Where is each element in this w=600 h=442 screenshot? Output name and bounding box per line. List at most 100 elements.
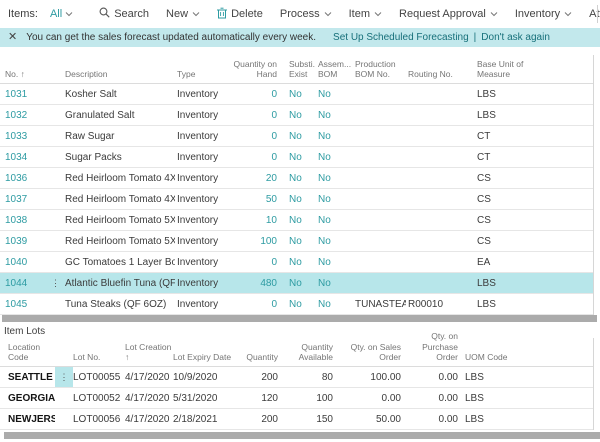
cell-type[interactable]: Inventory bbox=[175, 89, 225, 100]
horizontal-scrollbar[interactable] bbox=[2, 315, 597, 322]
cell-base-uom[interactable]: LBS bbox=[474, 299, 593, 310]
cell-type[interactable]: Inventory bbox=[175, 299, 225, 310]
table-row[interactable]: 1033Raw SugarInventory0NoNoCT bbox=[0, 126, 593, 147]
item-menu[interactable]: Item bbox=[349, 8, 382, 20]
cell-assembly-bom[interactable]: No bbox=[315, 299, 353, 310]
cell-description[interactable]: Red Heirloom Tomato 4X4 bbox=[63, 173, 175, 184]
cell-type[interactable]: Inventory bbox=[175, 236, 225, 247]
cell-type[interactable]: Inventory bbox=[175, 278, 225, 289]
table-row[interactable]: 1040GC Tomatoes 1 Layer BoxInventory0NoN… bbox=[0, 252, 593, 273]
cell-lot-no[interactable]: LOT00052 bbox=[73, 393, 125, 404]
cell-lot-creation[interactable]: 4/17/2020 bbox=[125, 372, 173, 383]
cell-lot-expiry[interactable]: 10/9/2020 bbox=[173, 372, 233, 383]
cell-substitutes-exist[interactable]: No bbox=[277, 152, 315, 163]
cell-lot-expiry[interactable]: 5/31/2020 bbox=[173, 393, 233, 404]
cell-production-bom-no[interactable]: TUNASTEAKS bbox=[353, 299, 406, 310]
cell-type[interactable]: Inventory bbox=[175, 110, 225, 121]
cell-type[interactable]: Inventory bbox=[175, 173, 225, 184]
cell-description[interactable]: Red Heirloom Tomato 5X5 bbox=[63, 215, 175, 226]
cell-qty-on-hand[interactable]: 100 bbox=[225, 236, 277, 247]
cell-type[interactable]: Inventory bbox=[175, 152, 225, 163]
col-header-qty-on-hand[interactable]: Quantity on Hand bbox=[225, 59, 277, 80]
cell-qty-on-hand[interactable]: 480 bbox=[225, 278, 277, 289]
cell-substitutes-exist[interactable]: No bbox=[277, 278, 315, 289]
cell-type[interactable]: Inventory bbox=[175, 257, 225, 268]
col-header-uom-code[interactable]: UOM Code bbox=[458, 352, 593, 363]
process-menu[interactable]: Process bbox=[280, 8, 332, 20]
item-no-link[interactable]: 1040 bbox=[5, 257, 27, 268]
inventory-menu[interactable]: Inventory bbox=[515, 8, 572, 20]
cell-qty-available[interactable]: 100 bbox=[278, 393, 333, 404]
cell-description[interactable]: Atlantic Bluefin Tuna (QF) bbox=[63, 278, 175, 289]
table-row[interactable]: 1038 Red Heirloom Tomato 5X5Inventory10 No… bbox=[0, 210, 593, 231]
dont-ask-again-link[interactable]: Don't ask again bbox=[481, 32, 550, 43]
cell-qty-on-hand[interactable]: 0 bbox=[225, 110, 277, 121]
cell-location-code[interactable]: SEATTLE bbox=[0, 372, 55, 383]
cell-assembly-bom[interactable]: No bbox=[315, 215, 353, 226]
cell-qty-on-hand[interactable]: 10 bbox=[225, 215, 277, 226]
cell-qty-on-hand[interactable]: 0 bbox=[225, 131, 277, 142]
cell-uom-code[interactable]: LBS bbox=[458, 414, 593, 425]
table-row[interactable]: 1045Tuna Steaks (QF 6OZ)Inventory0NoNoTU… bbox=[0, 294, 593, 315]
cell-description[interactable]: Red Heirloom Tomato 5X6 bbox=[63, 236, 175, 247]
row-menu-cell[interactable]: ⋮ bbox=[55, 367, 73, 387]
item-no-link[interactable]: 1031 bbox=[5, 89, 27, 100]
cell-base-uom[interactable]: CS bbox=[474, 236, 593, 247]
cell-uom-code[interactable]: LBS bbox=[458, 372, 593, 383]
cell-lot-no[interactable]: LOT00055 bbox=[73, 372, 125, 383]
col-header-production-bom[interactable]: Production BOM No. bbox=[353, 59, 406, 80]
cell-base-uom[interactable]: EA bbox=[474, 257, 593, 268]
cell-description[interactable]: GC Tomatoes 1 Layer Box bbox=[63, 257, 175, 268]
item-no-link[interactable]: 1036 bbox=[5, 173, 27, 184]
cell-description[interactable]: Kosher Salt bbox=[63, 89, 175, 100]
cell-substitutes-exist[interactable]: No bbox=[277, 299, 315, 310]
cell-qty-available[interactable]: 150 bbox=[278, 414, 333, 425]
cell-uom-code[interactable]: LBS bbox=[458, 393, 593, 404]
cell-location-code[interactable]: GEORGIA bbox=[0, 393, 55, 404]
cell-lot-creation[interactable]: 4/17/2020 bbox=[125, 414, 173, 425]
table-row[interactable]: 1031Kosher SaltInventory0NoNoLBS bbox=[0, 84, 593, 105]
cell-qty-available[interactable]: 80 bbox=[278, 372, 333, 383]
col-header-lot-no[interactable]: Lot No. bbox=[73, 352, 125, 363]
table-row[interactable]: 1034Sugar PacksInventory0NoNoCT bbox=[0, 147, 593, 168]
cell-description[interactable]: Tuna Steaks (QF 6OZ) bbox=[63, 299, 175, 310]
cell-description[interactable]: Red Heirloom Tomato 4X5 bbox=[63, 194, 175, 205]
delete-button[interactable]: Delete bbox=[217, 7, 263, 22]
col-header-assembly-bom[interactable]: Assem... BOM bbox=[315, 59, 353, 80]
item-no-link[interactable]: 1038 bbox=[5, 215, 27, 226]
cell-assembly-bom[interactable]: No bbox=[315, 110, 353, 121]
col-header-qty-sales-order[interactable]: Qty. on Sales Order bbox=[333, 342, 401, 363]
cell-type[interactable]: Inventory bbox=[175, 194, 225, 205]
cell-qty-on-hand[interactable]: 0 bbox=[225, 299, 277, 310]
item-no-link[interactable]: 1045 bbox=[5, 299, 27, 310]
lot-row[interactable]: NEWJERSEYLOT000564/17/20202/18/202120015… bbox=[0, 409, 593, 430]
table-row[interactable]: 1036Red Heirloom Tomato 4X4Inventory20No… bbox=[0, 168, 593, 189]
col-header-substitutes[interactable]: Substi... Exist bbox=[277, 59, 315, 80]
cell-substitutes-exist[interactable]: No bbox=[277, 257, 315, 268]
item-no-link[interactable]: 1032 bbox=[5, 110, 27, 121]
cell-assembly-bom[interactable]: No bbox=[315, 89, 353, 100]
cell-lot-creation[interactable]: 4/17/2020 bbox=[125, 393, 173, 404]
cell-type[interactable]: Inventory bbox=[175, 215, 225, 226]
cell-qty-on-hand[interactable]: 0 bbox=[225, 152, 277, 163]
cell-description[interactable]: Sugar Packs bbox=[63, 152, 175, 163]
cell-type[interactable]: Inventory bbox=[175, 131, 225, 142]
cell-base-uom[interactable]: CT bbox=[474, 131, 593, 142]
cell-substitutes-exist[interactable]: No bbox=[277, 131, 315, 142]
setup-forecasting-link[interactable]: Set Up Scheduled Forecasting bbox=[333, 32, 469, 43]
close-icon[interactable]: ✕ bbox=[8, 32, 17, 43]
item-no-link[interactable]: 1039 bbox=[5, 236, 27, 247]
cell-location-code[interactable]: NEWJERSEY bbox=[0, 414, 55, 425]
col-header-location-code[interactable]: Location Code bbox=[0, 342, 55, 363]
cell-qty-on-hand[interactable]: 0 bbox=[225, 89, 277, 100]
cell-quantity[interactable]: 120 bbox=[233, 393, 278, 404]
item-no-link[interactable]: 1037 bbox=[5, 194, 27, 205]
cell-base-uom[interactable]: LBS bbox=[474, 110, 593, 121]
row-menu-icon[interactable]: ⋮ bbox=[48, 278, 63, 289]
cell-routing-no[interactable]: R00010 bbox=[406, 299, 474, 310]
table-row[interactable]: 1032Granulated SaltInventory0NoNoLBS bbox=[0, 105, 593, 126]
cell-assembly-bom[interactable]: No bbox=[315, 257, 353, 268]
col-header-type[interactable]: Type bbox=[175, 69, 225, 80]
cell-substitutes-exist[interactable]: No bbox=[277, 110, 315, 121]
lot-row[interactable]: SEATTLE⋮LOT000554/17/202010/9/2020200801… bbox=[0, 367, 593, 388]
